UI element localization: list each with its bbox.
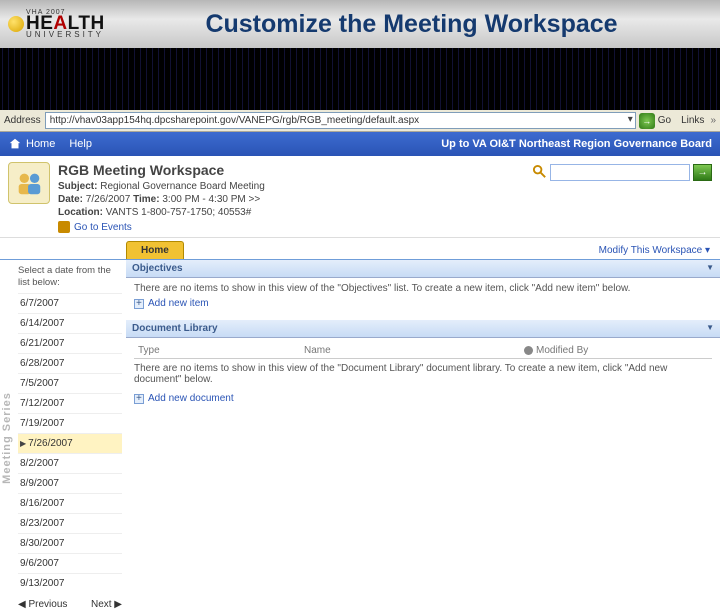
meeting-subject: Regional Governance Board Meeting — [100, 181, 265, 192]
browser-address-bar: Address http://vhav03app154hq.dpcsharepo… — [0, 110, 720, 132]
add-new-item-link[interactable]: Add new item — [134, 298, 712, 309]
date-item[interactable]: 6/21/2007 — [18, 333, 122, 353]
workspace-tabs: Home Modify This Workspace ▾ — [0, 238, 720, 260]
doclib-title: Document Library — [132, 323, 218, 334]
search-input[interactable] — [550, 164, 690, 181]
go-to-events-link[interactable]: Go to Events — [58, 221, 532, 233]
add-icon — [134, 394, 144, 404]
date-item[interactable]: 7/19/2007 — [18, 413, 122, 433]
date-item[interactable]: 7/26/2007 — [18, 433, 122, 453]
date-item[interactable]: 9/6/2007 — [18, 553, 122, 573]
slide-banner: VHA 2007 HEALTH UNIVERSITY Customize the… — [0, 0, 720, 48]
meeting-date-list: 6/7/20076/14/20076/21/20076/28/20077/5/2… — [18, 293, 122, 593]
nav-help-link[interactable]: Help — [69, 138, 92, 150]
ehealth-logo: VHA 2007 HEALTH UNIVERSITY — [8, 4, 163, 44]
search-icon — [532, 164, 547, 180]
nav-home-link[interactable]: Home — [26, 138, 55, 150]
meeting-time: 3:00 PM - 4:30 PM >> — [162, 194, 260, 205]
home-icon — [8, 137, 22, 151]
objectives-menu-icon[interactable]: ▼ — [706, 263, 714, 274]
prev-dates-link[interactable]: ◀ Previous — [18, 599, 67, 610]
address-go-button[interactable]: → — [639, 113, 655, 129]
date-item[interactable]: 8/9/2007 — [18, 473, 122, 493]
workspace-icon — [8, 162, 50, 204]
doclib-menu-icon[interactable]: ▼ — [706, 323, 714, 334]
address-go-label: Go — [658, 115, 679, 126]
col-name[interactable]: Name — [304, 345, 524, 356]
add-new-document-link[interactable]: Add new document — [134, 393, 712, 404]
date-item[interactable]: 6/28/2007 — [18, 353, 122, 373]
meeting-location: VANTS 1-800-757-1750; 40553# — [106, 207, 251, 218]
date-item[interactable]: 7/12/2007 — [18, 393, 122, 413]
date-item[interactable]: 6/7/2007 — [18, 293, 122, 313]
doclib-columns: Type Name Modified By — [134, 343, 712, 359]
slide-title: Customize the Meeting Workspace — [163, 10, 720, 39]
date-sidebar: Select a date from the list below: 6/7/2… — [14, 260, 126, 616]
workspace-header: RGB Meeting Workspace Subject: Regional … — [0, 156, 720, 238]
workspace-title: RGB Meeting Workspace — [58, 162, 532, 178]
date-hint: Select a date from the list below: — [18, 265, 122, 293]
date-item[interactable]: 9/13/2007 — [18, 573, 122, 593]
doclib-empty-text: There are no items to show in this view … — [134, 359, 712, 389]
col-modified-by[interactable]: Modified By — [524, 345, 712, 356]
add-icon — [134, 299, 144, 309]
col-type[interactable]: Type — [134, 345, 304, 356]
meeting-series-strip: Meeting Series — [0, 260, 14, 616]
person-icon — [524, 346, 533, 355]
modify-workspace-link[interactable]: Modify This Workspace ▾ — [599, 245, 720, 259]
date-item[interactable]: 6/14/2007 — [18, 313, 122, 333]
decorative-band — [0, 48, 720, 110]
date-item[interactable]: 8/16/2007 — [18, 493, 122, 513]
next-dates-link[interactable]: Next ▶ — [91, 599, 122, 610]
address-label: Address — [0, 115, 45, 126]
objectives-webpart: Objectives ▼ There are no items to show … — [126, 260, 720, 314]
nav-up-link[interactable]: Up to VA OI&T Northeast Region Governanc… — [441, 138, 712, 150]
address-url-input[interactable]: http://vhav03app154hq.dpcsharepoint.gov/… — [45, 112, 636, 129]
meeting-date: 7/26/2007 — [86, 194, 131, 205]
calendar-icon — [58, 221, 70, 233]
search-area: → — [532, 162, 712, 233]
date-item[interactable]: 7/5/2007 — [18, 373, 122, 393]
links-label[interactable]: Links — [679, 115, 710, 126]
objectives-title: Objectives — [132, 263, 183, 274]
date-item[interactable]: 8/30/2007 — [18, 533, 122, 553]
objectives-empty-text: There are no items to show in this view … — [134, 283, 712, 294]
doclib-webpart: Document Library ▼ Type Name Modified By… — [126, 320, 720, 409]
search-go-button[interactable]: → — [693, 164, 712, 181]
sharepoint-top-nav: Home Help Up to VA OI&T Northeast Region… — [0, 132, 720, 156]
date-item[interactable]: 8/2/2007 — [18, 453, 122, 473]
tab-home[interactable]: Home — [126, 241, 184, 259]
date-item[interactable]: 8/23/2007 — [18, 513, 122, 533]
